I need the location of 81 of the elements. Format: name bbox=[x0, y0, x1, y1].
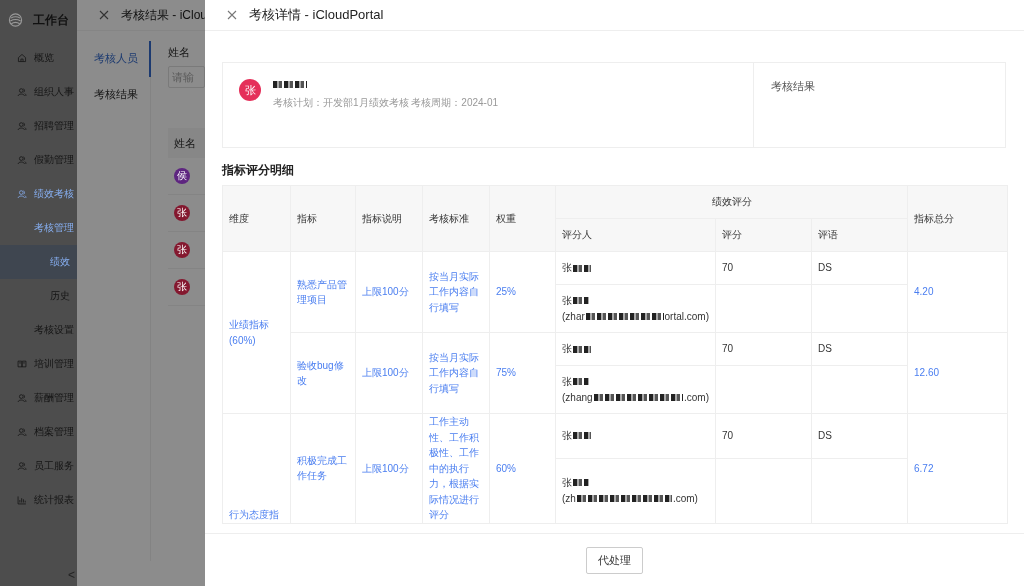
home-icon bbox=[17, 53, 27, 63]
people-icon bbox=[17, 189, 27, 199]
logo-icon bbox=[8, 12, 23, 28]
sidebar-item[interactable]: 考核管理 bbox=[0, 211, 77, 245]
app-title: 工作台 bbox=[33, 11, 69, 29]
assessment-standard: 按当月实际工作内容自行填写 bbox=[429, 269, 480, 315]
people-icon bbox=[17, 461, 27, 471]
rater-email: (zhang bbox=[562, 390, 593, 405]
dimension-link[interactable]: 行为态度指 bbox=[229, 507, 284, 523]
rater-email: ortal.com) bbox=[664, 309, 709, 324]
side-tab[interactable]: 考核人员 bbox=[77, 41, 151, 77]
score-value: 70 bbox=[722, 430, 734, 442]
book-icon bbox=[17, 359, 27, 369]
bar-chart-icon bbox=[17, 495, 27, 505]
rater-email: (zhar bbox=[562, 309, 585, 324]
process-button[interactable]: 代处理 bbox=[586, 546, 643, 574]
people-icon bbox=[17, 393, 27, 403]
rater-email: .com) bbox=[684, 390, 709, 405]
column-header: 评分 bbox=[722, 229, 742, 241]
people-icon bbox=[17, 87, 27, 97]
score-value: 70 bbox=[722, 262, 734, 274]
column-header: 姓名 bbox=[174, 135, 196, 151]
avatar: 张 bbox=[174, 279, 190, 295]
total-score: 6.72 bbox=[914, 461, 935, 476]
drawer-title: 考核详情 - iCloudPortal bbox=[249, 6, 384, 24]
indicator-description: 上限100分 bbox=[362, 366, 410, 381]
rater-name: 张 bbox=[562, 342, 572, 357]
pixelated-block bbox=[573, 264, 591, 272]
rater-name: 张 bbox=[562, 261, 572, 276]
close-icon[interactable] bbox=[227, 10, 237, 20]
avatar: 侯 bbox=[174, 168, 190, 184]
weight-value: 75% bbox=[496, 366, 517, 381]
people-icon bbox=[17, 427, 27, 437]
pixelated-block bbox=[573, 432, 591, 440]
weight-value: 25% bbox=[496, 285, 517, 300]
section-title: 指标评分明细 bbox=[222, 162, 295, 179]
sidebar-item[interactable]: 绩效考核 bbox=[0, 177, 77, 211]
plan-info: 考核计划：开发部1月绩效考核 考核周期：2024-01 bbox=[273, 96, 499, 110]
rater-email: .com) bbox=[672, 491, 698, 506]
sidebar-item[interactable]: 绩效 bbox=[0, 245, 77, 279]
avatar: 张 bbox=[239, 79, 261, 101]
rater-name: 张 bbox=[562, 294, 572, 308]
pixelated-block bbox=[573, 378, 589, 386]
column-header: 指标说明 bbox=[362, 212, 402, 224]
close-icon[interactable] bbox=[99, 10, 109, 20]
column-header: 评分人 bbox=[562, 229, 592, 241]
side-tab[interactable]: 考核结果 bbox=[77, 77, 151, 113]
indicator-description: 上限100分 bbox=[362, 285, 410, 300]
assessment-standard: 工作主动性、工作积极性、工作中的执行力，根据实际情况进行评分 bbox=[429, 415, 480, 522]
avatar: 张 bbox=[174, 242, 190, 258]
assessment-standard: 按当月实际工作内容自行填写 bbox=[429, 350, 480, 396]
people-icon bbox=[17, 121, 27, 131]
score-value: 70 bbox=[722, 343, 734, 355]
rater-email: (zh bbox=[562, 491, 576, 506]
column-header: 考核标准 bbox=[429, 212, 469, 224]
rater-name: 张 bbox=[562, 476, 572, 491]
dimension-link[interactable]: 业绩指标(60%) bbox=[229, 317, 284, 348]
comment-text: DS bbox=[818, 343, 832, 355]
column-header: 指标 bbox=[297, 212, 317, 224]
group-header: 绩效评分 bbox=[711, 196, 752, 208]
result-label: 考核结果 bbox=[771, 80, 815, 92]
pixelated-block bbox=[573, 479, 589, 487]
column-header: 评语 bbox=[818, 229, 838, 241]
comment-text: DS bbox=[818, 262, 832, 274]
column-header: 权重 bbox=[496, 212, 516, 224]
comment-text: DS bbox=[818, 430, 832, 442]
field-label: 姓名 bbox=[168, 45, 191, 60]
pixelated-block bbox=[273, 81, 307, 88]
people-icon bbox=[17, 155, 27, 165]
column-header: 维度 bbox=[229, 212, 249, 224]
pixelated-block bbox=[573, 297, 589, 305]
rater-name: 张 bbox=[562, 375, 572, 389]
total-score: 12.60 bbox=[914, 366, 941, 381]
column-header: 指标总分 bbox=[914, 212, 955, 224]
collapse-button[interactable]: < bbox=[68, 568, 75, 582]
indicator-description: 上限100分 bbox=[362, 461, 410, 476]
pixelated-block bbox=[573, 345, 591, 353]
weight-value: 60% bbox=[496, 461, 517, 476]
total-score: 4.20 bbox=[914, 285, 935, 300]
avatar: 张 bbox=[174, 205, 190, 221]
rater-name: 张 bbox=[562, 429, 572, 444]
